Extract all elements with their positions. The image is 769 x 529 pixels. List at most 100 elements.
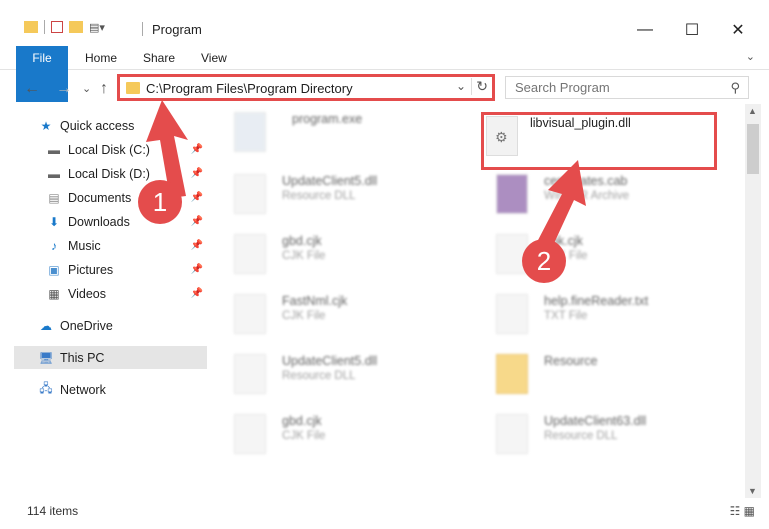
nav-item-label: Local Disk (D:) — [68, 166, 150, 181]
drive-icon: ▬ — [48, 166, 60, 181]
search-box[interactable]: ⚲ — [505, 76, 749, 99]
nav-item-label: Pictures — [68, 262, 114, 277]
videos-icon: ▦ — [48, 286, 60, 301]
nav-item-network[interactable]: 🖧 Network — [38, 378, 207, 401]
documents-icon: ▤ — [48, 190, 60, 205]
file-item[interactable]: help.fineReader.txt TXT File — [482, 286, 722, 342]
nav-item-label: Documents — [68, 190, 132, 205]
callout-badge-2: 2 — [522, 239, 566, 283]
file-item[interactable]: UpdateClient63.dll Resource DLL — [482, 406, 722, 462]
window-title: Program — [152, 22, 202, 37]
callout-badge-1: 1 — [138, 180, 182, 224]
file-type: Resource DLL — [282, 190, 356, 202]
file-type: Resource DLL — [282, 370, 356, 382]
minimize-button[interactable]: — — [634, 20, 656, 40]
address-path[interactable]: C:\Program Files\Program Directory — [146, 81, 353, 96]
folder-icon — [126, 82, 140, 94]
nav-item-downloads[interactable]: ⬇ Downloads 📌 — [46, 210, 207, 233]
item-count: 114 items — [27, 504, 79, 518]
dll-file-icon — [234, 354, 266, 394]
file-name: help.fineReader.txt — [544, 294, 649, 308]
pin-icon: 📌 — [190, 264, 203, 275]
maximize-button[interactable]: ☐ — [681, 20, 703, 40]
file-type: CJK File — [282, 430, 326, 442]
back-button[interactable]: ← — [24, 80, 40, 98]
nav-item-label: Local Disk (C:) — [68, 142, 150, 157]
address-dropdown-icon[interactable]: ⌄ — [456, 79, 466, 93]
separator — [44, 20, 45, 34]
search-icon: ⚲ — [730, 80, 740, 95]
cloud-icon: ☁ — [40, 318, 52, 333]
download-icon: ⬇ — [48, 214, 60, 229]
view-toggle-icons[interactable]: ☷ ▦ — [730, 504, 755, 518]
network-icon: 🖧 — [39, 381, 53, 395]
file-item[interactable]: UpdateClient5.dll Resource DLL — [220, 166, 460, 222]
new-folder-icon[interactable] — [69, 21, 83, 33]
file-item[interactable]: gbk.cjk CJK File — [482, 226, 722, 282]
properties-icon[interactable] — [51, 21, 63, 33]
nav-item-label: OneDrive — [60, 318, 113, 333]
file-name: gbd.cjk — [282, 414, 322, 428]
folder-icon — [496, 354, 528, 394]
pictures-icon: ▣ — [48, 262, 60, 277]
title-separator — [142, 22, 143, 36]
file-item[interactable]: Resource — [482, 346, 722, 402]
tab-share[interactable]: Share — [130, 46, 188, 70]
file-name: Resource — [544, 354, 598, 368]
tab-view[interactable]: View — [188, 46, 240, 70]
file-type: Resource DLL — [544, 430, 618, 442]
pin-icon: 📌 — [190, 240, 203, 251]
nav-item-label: Quick access — [60, 118, 135, 133]
nav-item-label: Videos — [68, 286, 106, 301]
dll-file-icon — [496, 414, 528, 454]
file-name: UpdateClient5.dll — [282, 174, 378, 188]
file-item[interactable]: program.exe — [220, 108, 460, 160]
nav-item-label: This PC — [60, 350, 105, 365]
quick-access-toolbar: ▤▾ — [24, 20, 105, 34]
ribbon: File Home Share View ⌄ — [0, 46, 769, 102]
exe-file-icon — [234, 112, 266, 152]
computer-icon: 🖥 — [38, 350, 54, 365]
file-item[interactable]: UpdateClient5.dll Resource DLL — [220, 346, 460, 402]
scrollbar-thumb[interactable] — [747, 124, 759, 174]
search-input[interactable] — [506, 77, 706, 98]
title-bar: ▤▾ Program — ☐ ✕ — [0, 0, 769, 44]
nav-item-onedrive[interactable]: ☁ OneDrive — [38, 314, 207, 337]
scroll-up-icon[interactable]: ▲ — [748, 106, 757, 116]
folder-icon[interactable] — [24, 21, 38, 33]
customize-icon[interactable]: ▤▾ — [89, 21, 105, 34]
pin-icon: 📌 — [190, 216, 203, 227]
pin-icon: 📌 — [190, 288, 203, 299]
up-button[interactable]: ↑ — [100, 80, 108, 98]
file-type: CJK File — [282, 250, 326, 262]
nav-item-pictures[interactable]: ▣ Pictures 📌 — [46, 258, 207, 281]
nav-item-videos[interactable]: ▦ Videos 📌 — [46, 282, 207, 305]
star-icon: ★ — [40, 118, 52, 133]
tab-home[interactable]: Home — [72, 46, 130, 70]
file-item[interactable]: FastNml.cjk CJK File — [220, 286, 460, 342]
generic-file-icon — [234, 294, 266, 334]
vertical-scrollbar[interactable]: ▲ ▼ — [745, 104, 761, 498]
file-name: UpdateClient63.dll — [544, 414, 647, 428]
file-item[interactable]: gbd.cjk CJK File — [220, 406, 460, 462]
status-bar: 114 items ☷ ▦ — [0, 498, 769, 529]
text-file-icon — [496, 294, 528, 334]
nav-item-music[interactable]: ♪ Music 📌 — [46, 234, 207, 257]
file-name: UpdateClient5.dll — [282, 354, 378, 368]
ribbon-expand-icon[interactable]: ⌄ — [746, 50, 755, 63]
forward-button[interactable]: → — [56, 80, 72, 98]
file-name: gbd.cjk — [282, 234, 322, 248]
scroll-down-icon[interactable]: ▼ — [748, 486, 757, 496]
drive-icon: ▬ — [48, 142, 60, 157]
refresh-button[interactable]: ↻ — [471, 78, 488, 95]
close-button[interactable]: ✕ — [727, 20, 749, 40]
recent-locations-button[interactable]: ⌄ — [82, 82, 91, 95]
nav-item-label: Network — [60, 382, 106, 397]
nav-item-this-pc[interactable]: 🖥 This PC — [14, 346, 207, 369]
nav-item-label: Music — [68, 238, 101, 253]
file-item[interactable]: gbd.cjk CJK File — [220, 226, 460, 282]
archive-file-icon — [496, 174, 528, 214]
generic-file-icon — [234, 234, 266, 274]
file-type: CJK File — [282, 310, 326, 322]
file-item[interactable]: certificates.cab WinRAR Archive — [482, 166, 722, 222]
